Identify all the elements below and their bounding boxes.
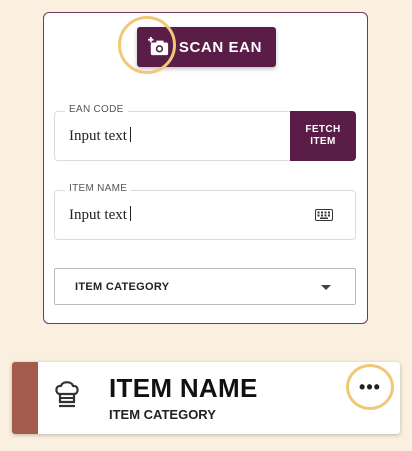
fetch-item-button[interactable]: FETCH ITEM <box>290 111 356 161</box>
item-category-select[interactable]: ITEM CATEGORY <box>54 268 356 305</box>
chevron-down-icon <box>321 285 331 290</box>
add-photo-camera-icon <box>148 37 169 56</box>
category-color-stripe <box>12 362 38 434</box>
more-options-button[interactable]: ••• <box>346 364 394 410</box>
item-list-card[interactable]: ITEM NAME ITEM CATEGORY ••• <box>12 362 400 434</box>
item-name-input[interactable]: Input text <box>69 206 131 224</box>
scan-ean-label: SCAN EAN <box>178 38 262 56</box>
fetch-label-line2: ITEM <box>310 136 336 147</box>
ean-code-label: EAN CODE <box>65 104 128 115</box>
ean-code-field[interactable]: EAN CODE Input text FETCH ITEM <box>54 104 356 161</box>
item-name-field[interactable]: ITEM NAME Input text <box>54 183 356 240</box>
item-category: ITEM CATEGORY <box>109 407 216 422</box>
more-dots-icon: ••• <box>359 376 381 397</box>
item-name-label: ITEM NAME <box>65 183 132 194</box>
ean-code-input[interactable]: Input text <box>69 127 131 145</box>
item-title: ITEM NAME <box>109 373 258 403</box>
item-category-label: ITEM CATEGORY <box>75 281 170 293</box>
chef-hat-icon <box>55 381 79 408</box>
item-form-card: SCAN EAN EAN CODE Input text FETCH ITEM … <box>43 12 368 324</box>
keyboard-icon[interactable] <box>315 209 333 221</box>
fetch-label-line1: FETCH <box>305 124 341 135</box>
